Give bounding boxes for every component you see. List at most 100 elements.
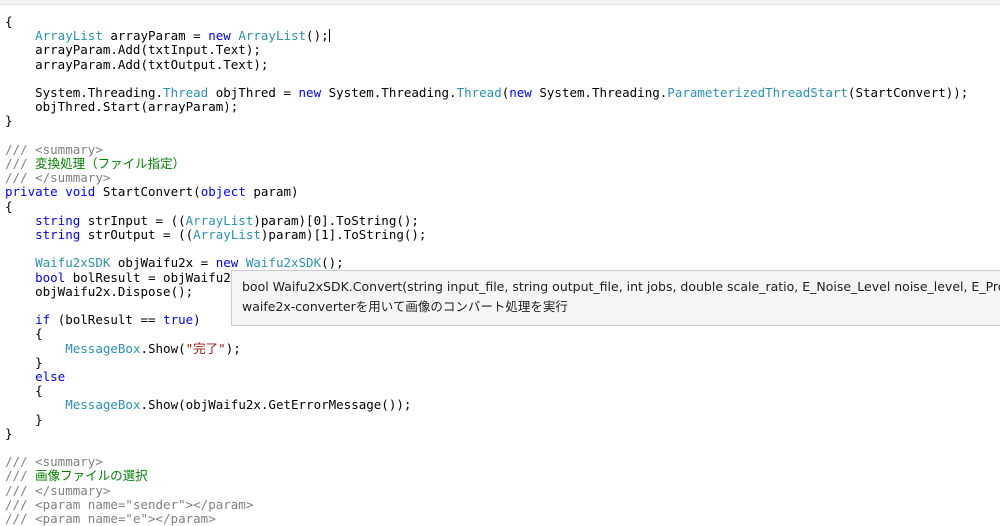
- keyword-token: string: [35, 227, 81, 242]
- code-line[interactable]: /// <summary>: [5, 455, 103, 469]
- string-token: "完了": [185, 340, 226, 356]
- editor-top-edge: [0, 0, 1000, 5]
- code-line[interactable]: string strInput = ((ArrayList)param)[0].…: [5, 212, 419, 228]
- code-line[interactable]: private void StartConvert(object param): [5, 185, 299, 199]
- code-text: .Show(: [140, 340, 186, 356]
- code-line[interactable]: }: [5, 114, 13, 128]
- quickinfo-tooltip: bool Waifu2xSDK.Convert(string input_fil…: [231, 270, 1000, 326]
- code-line[interactable]: arrayParam.Add(txtOutput.Text);: [5, 56, 269, 72]
- code-text: (bolResult ==: [50, 312, 164, 328]
- doc-comment-token: <summary>: [35, 454, 103, 470]
- code-line[interactable]: objWaifu2x.Dispose();: [5, 283, 194, 299]
- code-text: objWaifu2x.Dispose();: [5, 283, 194, 299]
- type-token: ArrayList: [238, 28, 307, 44]
- code-line[interactable]: MessageBox.Show("完了");: [5, 340, 241, 356]
- keyword-token: new: [215, 255, 239, 271]
- code-text: strInput = ((: [80, 212, 186, 228]
- code-line[interactable]: ArrayList arrayParam = new ArrayList();: [5, 29, 330, 43]
- code-line[interactable]: }: [5, 354, 43, 370]
- keyword-token: true: [163, 312, 194, 328]
- comment-token: 変換処理（ファイル指定）: [35, 156, 186, 171]
- type-token: ArrayList: [185, 212, 254, 228]
- code-text: }: [5, 425, 13, 441]
- code-text: (StartConvert));: [847, 85, 969, 100]
- doc-comment-token: <param name="e"></param>: [35, 511, 216, 526]
- code-line[interactable]: {: [5, 199, 13, 214]
- doc-comment-token: <summary>: [35, 141, 103, 157]
- code-text: objThred.Start(arrayParam);: [5, 99, 239, 115]
- keyword-token: new: [208, 28, 231, 44]
- code-line[interactable]: /// <param name="e"></param>: [5, 512, 216, 526]
- code-text: System.Threading.: [531, 85, 668, 100]
- code-text: {: [5, 14, 13, 29]
- type-token: MessageBox: [65, 397, 141, 413]
- code-text: )param)[0].ToString();: [253, 212, 419, 228]
- doc-comment-token: ///: [5, 468, 36, 484]
- code-line[interactable]: }: [5, 425, 13, 441]
- code-text: System.Threading.: [321, 85, 457, 100]
- type-token: Thread: [163, 85, 209, 100]
- keyword-token: new: [298, 85, 322, 100]
- code-line[interactable]: }: [5, 412, 43, 427]
- doc-comment-token: ///: [5, 156, 36, 171]
- code-line[interactable]: MessageBox.Show(objWaifu2x.GetErrorMessa…: [5, 398, 411, 412]
- code-editor[interactable]: { ArrayList arrayParam = new ArrayList()…: [0, 0, 1000, 526]
- code-text: StartConvert(: [95, 184, 201, 200]
- code-line[interactable]: /// 変換処理（ファイル指定）: [5, 157, 185, 171]
- doc-comment-token: </summary>: [35, 482, 111, 498]
- code-line[interactable]: System.Threading.Thread objThred = new S…: [5, 86, 968, 100]
- code-text: ): [193, 312, 201, 328]
- code-text: ();: [306, 28, 329, 44]
- doc-comment-token: ///: [5, 496, 36, 512]
- code-line[interactable]: /// </summary>: [5, 482, 111, 498]
- doc-comment-token: <param name="sender"></param>: [35, 496, 254, 512]
- keyword-token: else: [35, 369, 66, 384]
- code-text: );: [225, 340, 241, 356]
- type-token: ArrayList: [193, 227, 261, 242]
- doc-comment-token: ///: [5, 170, 36, 186]
- keyword-token: new: [509, 85, 532, 100]
- keyword-token: private: [5, 184, 58, 200]
- keyword-token: object: [200, 184, 246, 200]
- code-text: }: [5, 354, 43, 370]
- type-token: ParameterizedThreadStart: [667, 85, 848, 100]
- tooltip-description: waife2x-converterを用いて画像のコンバート処理を実行: [242, 299, 568, 314]
- doc-comment-token: ///: [5, 454, 36, 470]
- type-token: MessageBox: [65, 340, 141, 356]
- code-line[interactable]: Waifu2xSDK objWaifu2x = new Waifu2xSDK()…: [5, 256, 344, 270]
- keyword-token: if: [35, 312, 51, 328]
- code-line[interactable]: {: [5, 15, 13, 29]
- code-line[interactable]: objThred.Start(arrayParam);: [5, 100, 238, 114]
- keyword-token: void: [65, 184, 96, 200]
- code-text: {: [5, 326, 43, 342]
- code-line[interactable]: else: [5, 370, 65, 384]
- code-line[interactable]: /// <summary>: [5, 141, 103, 157]
- code-line[interactable]: string strOutput = ((ArrayList)param)[1]…: [5, 228, 426, 242]
- type-token: Waifu2xSDK: [245, 255, 322, 271]
- code-text: arrayParam.Add(txtInput.Text);: [5, 42, 261, 58]
- code-text: }: [5, 113, 13, 129]
- type-token: Waifu2xSDK: [35, 255, 111, 271]
- keyword-token: bool: [35, 269, 66, 285]
- doc-comment-token: ///: [5, 141, 36, 157]
- code-line[interactable]: {: [5, 384, 43, 398]
- doc-comment-token: ///: [5, 511, 36, 526]
- code-line[interactable]: {: [5, 327, 43, 341]
- code-line[interactable]: /// 画像ファイルの選択: [5, 469, 148, 483]
- code-line[interactable]: if (bolResult == true): [5, 313, 201, 327]
- code-text: arrayParam.Add(txtOutput.Text);: [5, 56, 269, 72]
- code-text: strOutput = ((: [80, 227, 194, 242]
- code-text: param): [245, 184, 299, 200]
- code-line[interactable]: /// </summary>: [5, 171, 110, 185]
- keyword-token: string: [35, 212, 81, 228]
- code-line[interactable]: arrayParam.Add(txtInput.Text);: [5, 43, 261, 57]
- code-text: arrayParam =: [102, 28, 209, 44]
